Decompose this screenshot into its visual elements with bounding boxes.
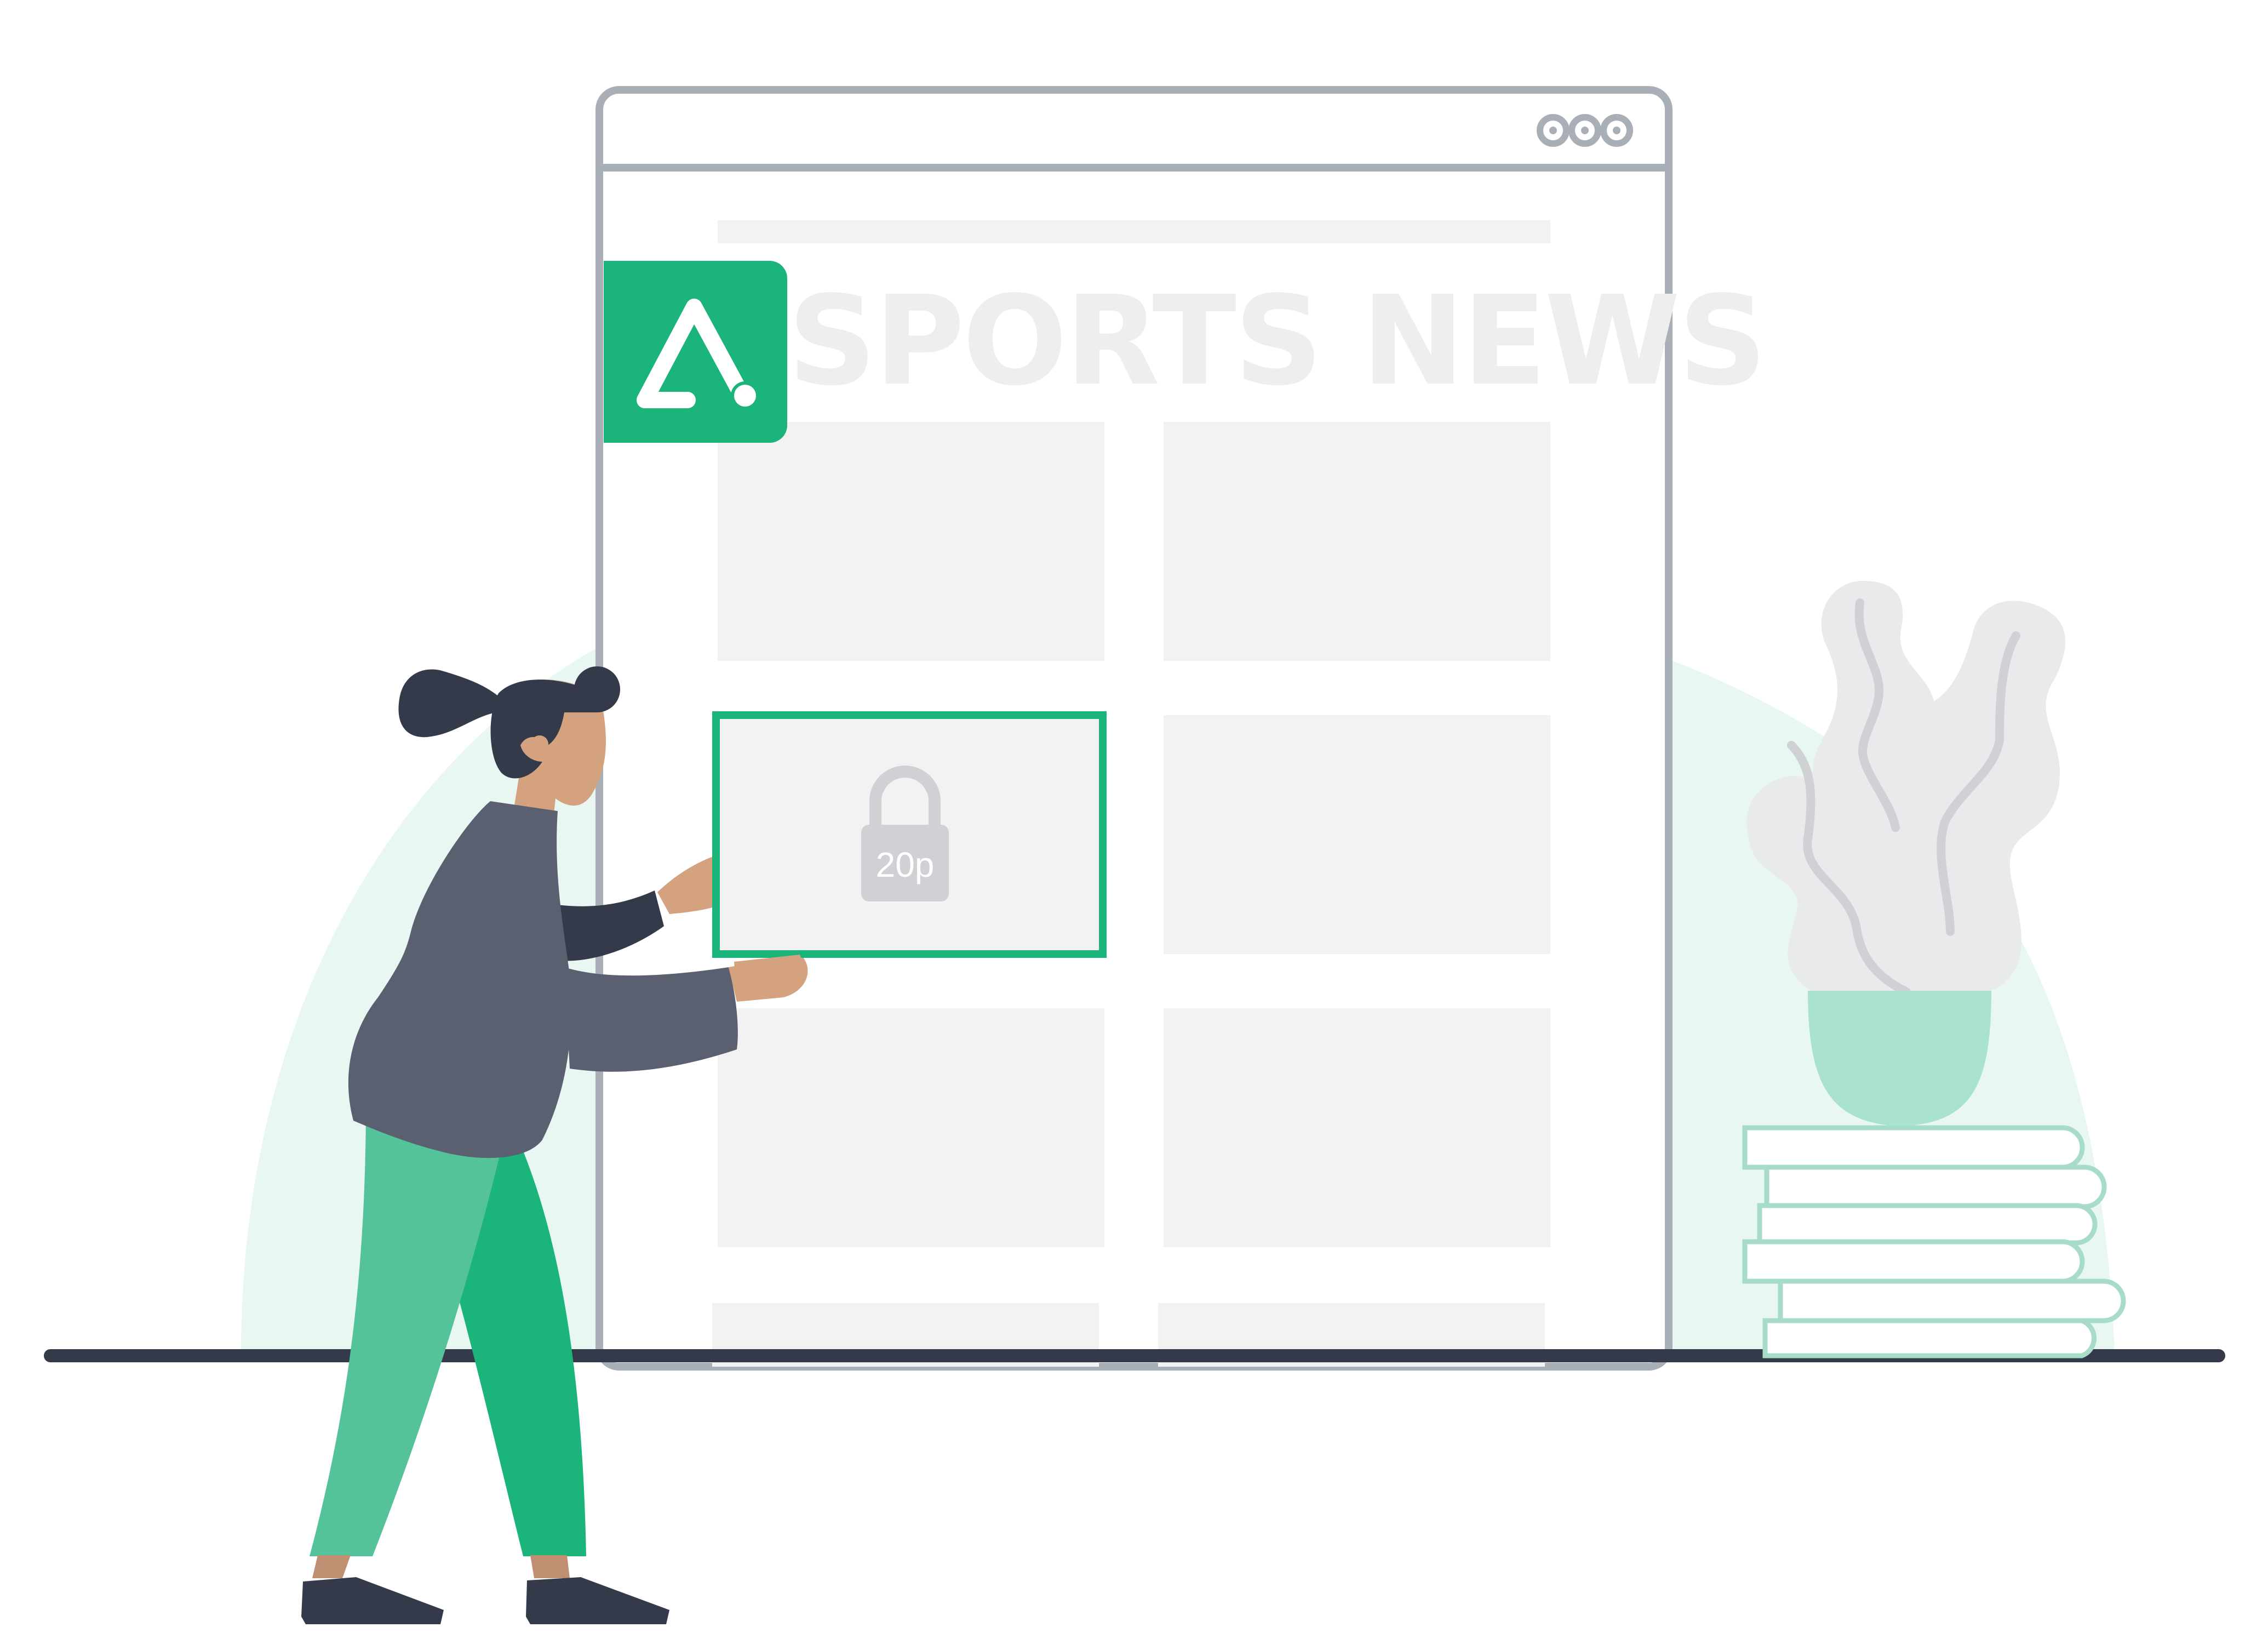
person-left-shoe xyxy=(301,1577,444,1624)
window-controls[interactable] xyxy=(1537,114,1633,147)
person-right-shoe xyxy=(526,1577,669,1624)
article-card[interactable] xyxy=(1164,1008,1550,1247)
illustration: SPORTS NEWS 20p xyxy=(44,86,2225,1624)
article-card[interactable] xyxy=(1164,422,1550,661)
article-card[interactable] xyxy=(718,422,1104,661)
article-card[interactable] xyxy=(1164,715,1550,954)
person-near-arm xyxy=(564,967,738,1072)
plant-on-books xyxy=(1742,581,2126,1358)
locked-article-card[interactable]: 20p xyxy=(712,711,1107,958)
book-stack xyxy=(1742,1125,2126,1358)
paywall-price: 20p xyxy=(876,845,935,884)
site-title: SPORTS NEWS xyxy=(788,270,1765,413)
header-placeholder-bar xyxy=(718,220,1550,243)
plant-leaves xyxy=(1746,581,2065,993)
brand-badge xyxy=(604,261,787,443)
article-card[interactable] xyxy=(718,1008,1104,1247)
